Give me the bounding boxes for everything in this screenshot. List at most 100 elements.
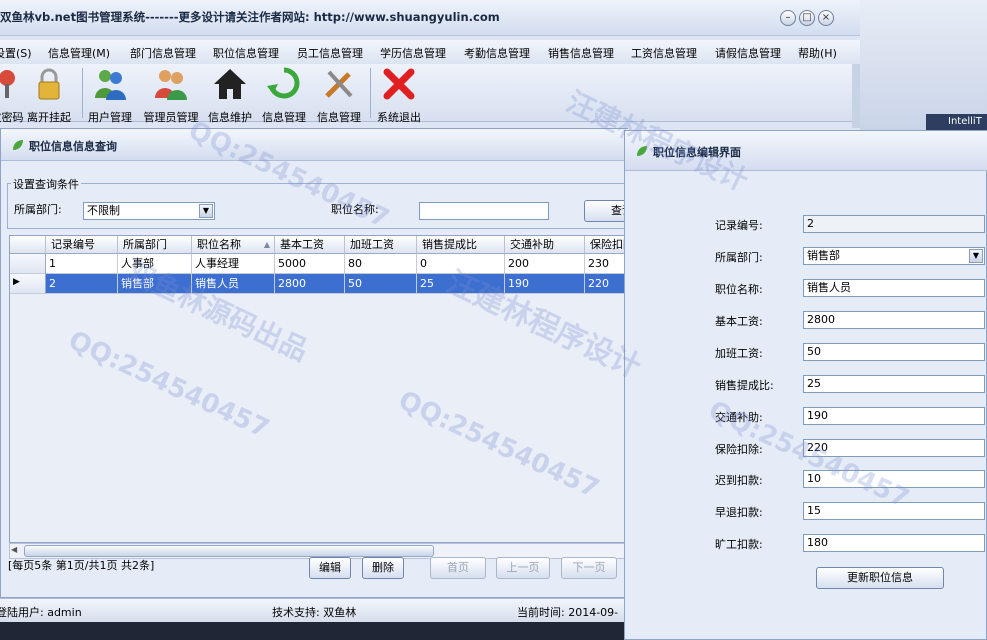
status-user: 登陆用户: admin (0, 606, 82, 619)
row-header[interactable] (10, 254, 46, 274)
menu-education[interactable]: 学历信息管理 (380, 45, 446, 61)
column-header[interactable]: 保险扣除 (585, 236, 626, 254)
table-cell[interactable]: 80 (345, 254, 417, 274)
tool-label: 信息管理 (317, 111, 361, 124)
condition-group-label: 设置查询条件 (11, 176, 81, 192)
position-name-field[interactable]: 销售人员 (803, 279, 985, 297)
minimize-button[interactable]: – (780, 10, 796, 26)
tool-info-maintain[interactable]: 信息维护 (201, 66, 259, 124)
table-cell[interactable]: 2 (46, 274, 118, 294)
edit-button[interactable]: 编辑 (309, 557, 351, 579)
absence-field[interactable]: 180 (803, 534, 985, 552)
position-grid: 记录编号 所属部门 职位名称 ▲ 基本工资 加班工资 销售提成比 交通补助 保险… (9, 235, 627, 543)
taskbar-intellitrace[interactable]: IntelliT (926, 114, 987, 130)
position-query-window: 职位信息信息查询 设置查询条件 所属部门: 不限制 ▼ 职位名称: 查询 记录编… (0, 128, 657, 598)
position-name-label: 职位名称: (715, 283, 763, 296)
position-name-input[interactable] (419, 202, 549, 220)
edit-title-bar: 职位信息编辑界面 (625, 131, 987, 171)
menu-settings[interactable]: 设置(S) (0, 45, 32, 61)
table-cell[interactable]: 0 (417, 254, 505, 274)
home-icon (214, 69, 246, 99)
column-header-label: 职位名称 (197, 238, 241, 251)
record-id-label: 记录编号: (715, 219, 763, 232)
sort-ascending-icon: ▲ (263, 240, 270, 249)
taskbar (0, 622, 630, 640)
table-cell[interactable]: 1 (46, 254, 118, 274)
table-cell[interactable]: 5000 (275, 254, 345, 274)
base-salary-field[interactable]: 2800 (803, 311, 985, 329)
column-header[interactable]: 记录编号 (46, 236, 118, 254)
tool-info-manage-2[interactable]: 信息管理 (310, 66, 368, 124)
title-bar: 双鱼林vb.net图书管理系统-------更多设计请关注作者网站: http:… (0, 0, 860, 36)
dept-select-value: 不限制 (87, 204, 120, 217)
tool-label: 离开挂起 (27, 111, 71, 124)
prev-page-button[interactable]: 上一页 (496, 557, 550, 579)
tool-exit[interactable]: 系统退出 (370, 66, 428, 124)
table-cell[interactable]: 25 (417, 274, 505, 294)
menu-bar: 设置(S) 信息管理(M) 部门信息管理 职位信息管理 员工信息管理 学历信息管… (0, 40, 860, 64)
table-cell[interactable]: 220 (585, 274, 626, 294)
overtime-pay-field[interactable]: 50 (803, 343, 985, 361)
menu-leave[interactable]: 请假信息管理 (715, 45, 781, 61)
record-id-field: 2 (803, 215, 985, 233)
table-cell[interactable]: 230 (585, 254, 626, 274)
exit-icon (383, 68, 415, 100)
next-page-button[interactable]: 下一页 (561, 557, 617, 579)
table-cell[interactable]: 人事部 (118, 254, 192, 274)
tool-label: 系统退出 (377, 111, 421, 124)
leaf-icon (13, 140, 23, 150)
tool-user-management[interactable]: 用户管理 (81, 66, 139, 124)
menu-attendance[interactable]: 考勤信息管理 (464, 45, 530, 61)
column-header[interactable]: 销售提成比 (417, 236, 505, 254)
tool-suspend[interactable]: 离开挂起 (20, 66, 78, 124)
close-button[interactable]: × (818, 10, 834, 26)
early-leave-field[interactable]: 15 (803, 502, 985, 520)
query-title: 职位信息信息查询 (29, 140, 117, 153)
main-scrollbar[interactable] (852, 64, 860, 128)
commission-field[interactable]: 25 (803, 375, 985, 393)
column-header[interactable]: 交通补助 (505, 236, 585, 254)
pager-info: [每页5条 第1页/共1页 共2条] (8, 559, 155, 572)
insurance-field[interactable]: 220 (803, 439, 985, 457)
table-cell[interactable]: 190 (505, 274, 585, 294)
column-header[interactable]: 加班工资 (345, 236, 417, 254)
table-cell[interactable]: 50 (345, 274, 417, 294)
row-header-selected[interactable]: ▶ (10, 274, 46, 294)
row-pointer-icon: ▶ (13, 277, 20, 287)
menu-salary[interactable]: 工资信息管理 (631, 45, 697, 61)
status-time: 当前时间: 2014-09- (517, 606, 619, 619)
lock-icon (38, 68, 60, 100)
absence-label: 旷工扣款: (715, 538, 763, 551)
status-bar: 登陆用户: admin 技术支持: 双鱼林 当前时间: 2014-09- (0, 598, 630, 622)
update-position-button[interactable]: 更新职位信息 (816, 567, 944, 589)
table-cell[interactable]: 200 (505, 254, 585, 274)
tool-info-manage-1[interactable]: 信息管理 (255, 66, 313, 124)
late-deduction-field[interactable]: 10 (803, 470, 985, 488)
menu-info[interactable]: 信息管理(M) (48, 45, 110, 61)
dept-select[interactable]: 不限制 ▼ (83, 202, 215, 220)
scrollbar-thumb[interactable] (24, 545, 434, 557)
table-cell[interactable]: 2800 (275, 274, 345, 294)
menu-employee[interactable]: 员工信息管理 (297, 45, 363, 61)
maximize-button[interactable]: □ (799, 10, 815, 26)
dept-select[interactable]: 销售部 ▼ (803, 247, 985, 265)
menu-dept[interactable]: 部门信息管理 (130, 45, 196, 61)
menu-position[interactable]: 职位信息管理 (213, 45, 279, 61)
column-header[interactable]: 所属部门 (118, 236, 192, 254)
first-page-button[interactable]: 首页 (430, 557, 486, 579)
delete-button[interactable]: 删除 (362, 557, 404, 579)
transport-field[interactable]: 190 (803, 407, 985, 425)
commission-label: 销售提成比: (715, 379, 774, 392)
column-header[interactable]: 基本工资 (275, 236, 345, 254)
chevron-down-icon: ▼ (199, 204, 213, 218)
scroll-left-icon[interactable]: ◀ (11, 545, 17, 554)
tool-label: 用户管理 (88, 111, 132, 124)
position-name-label: 职位名称: (331, 203, 379, 216)
menu-help[interactable]: 帮助(H) (798, 45, 837, 61)
table-cell[interactable]: 销售部 (118, 274, 192, 294)
menu-sales[interactable]: 销售信息管理 (548, 45, 614, 61)
table-cell[interactable]: 销售人员 (192, 274, 275, 294)
table-cell[interactable]: 人事经理 (192, 254, 275, 274)
tool-admin-management[interactable]: 管理员管理 (142, 66, 200, 124)
column-header[interactable]: 职位名称 ▲ (192, 236, 275, 254)
